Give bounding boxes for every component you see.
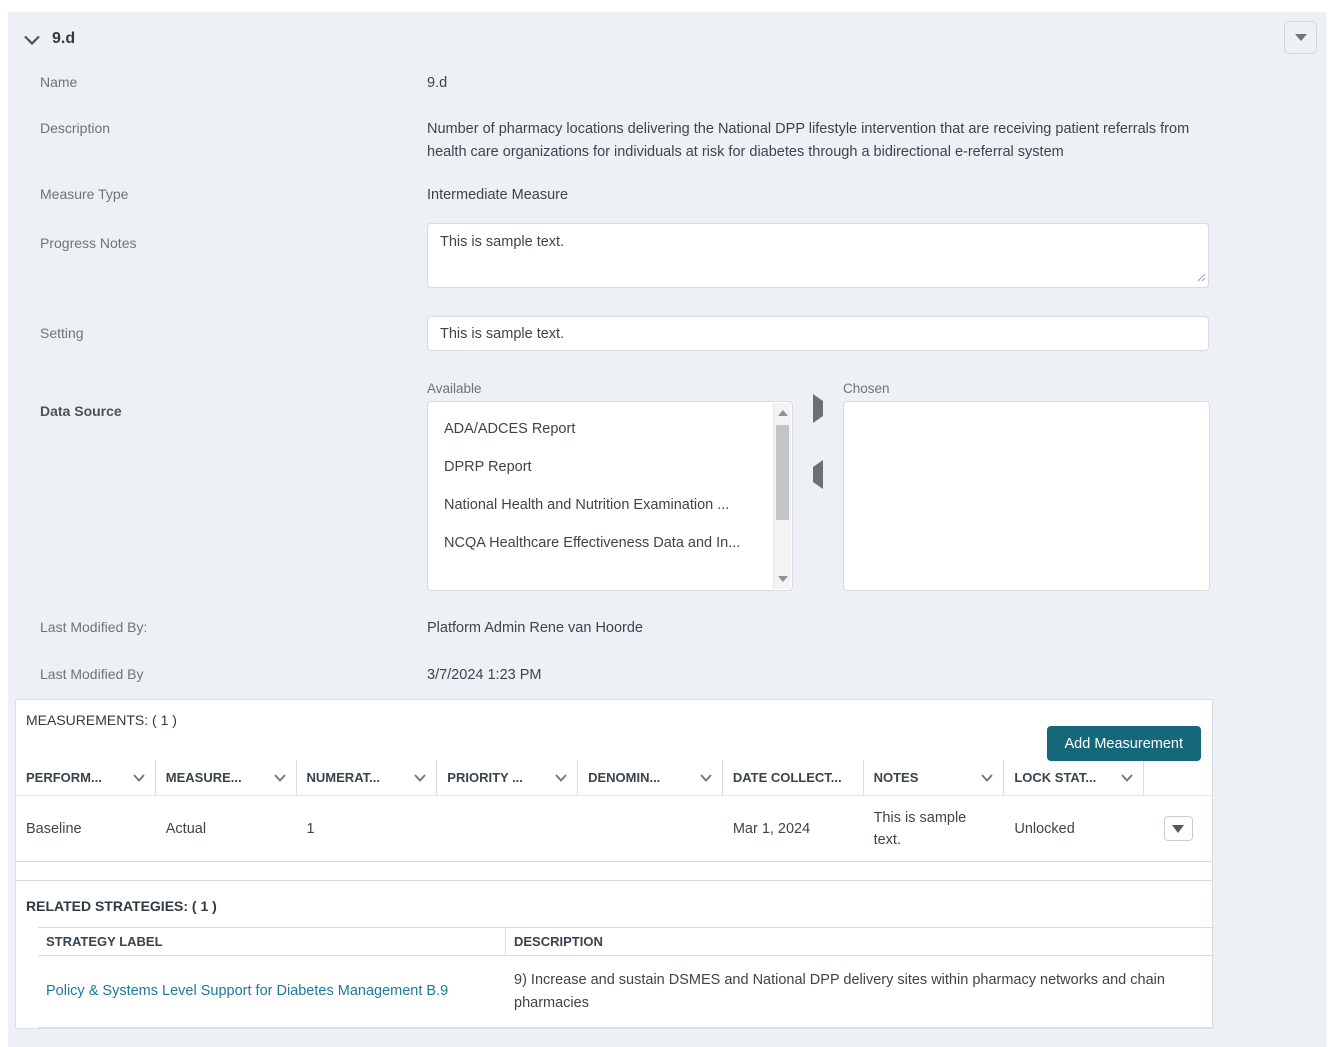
scroll-up-icon[interactable] — [774, 405, 792, 421]
chevron-down-icon[interactable] — [133, 773, 145, 782]
related-strategies-title: RELATED STRATEGIES: ( 1 ) — [26, 898, 217, 914]
cell-notes: This is sample text. — [873, 809, 967, 848]
cell-priority — [437, 823, 578, 835]
table-row[interactable]: Policy & Systems Level Support for Diabe… — [38, 956, 1214, 1028]
chevron-down-icon[interactable] — [273, 773, 286, 782]
name-value: 9.d — [427, 75, 448, 91]
progress-notes-textarea[interactable]: This is sample text. — [427, 223, 1209, 288]
chevron-down-icon[interactable] — [981, 773, 994, 782]
column-header-strategy-label: STRATEGY LABEL — [38, 928, 506, 955]
add-measurement-button[interactable]: Add Measurement — [1046, 726, 1201, 761]
setting-input[interactable] — [427, 316, 1209, 351]
column-header-numerator[interactable]: NUMERAT... — [297, 760, 438, 795]
chosen-label: Chosen — [843, 381, 890, 396]
records-panel: MEASUREMENTS: ( 1 ) Add Measurement PERF… — [15, 699, 1214, 1029]
cell-measure: Actual — [165, 820, 207, 837]
cell-lock-status: Unlocked — [1014, 820, 1075, 837]
column-header-actions — [1144, 760, 1212, 795]
section-menu-button[interactable] — [1284, 21, 1317, 54]
column-header-lock-status[interactable]: LOCK STAT... — [1004, 760, 1145, 795]
measurements-table: PERFORM... MEASURE... NUMERAT... PRIORIT… — [16, 760, 1212, 862]
last-modified-date-value: 3/7/2024 1:23 PM — [427, 667, 542, 683]
data-source-label: Data Source — [40, 403, 122, 419]
move-right-button[interactable] — [809, 394, 827, 423]
chevron-down-icon — [1172, 824, 1185, 833]
related-strategies-header: STRATEGY LABEL DESCRIPTION — [38, 927, 1214, 956]
column-header-denominator[interactable]: DENOMIN... — [578, 760, 723, 795]
column-header-measure[interactable]: MEASURE... — [156, 760, 297, 795]
field-last-modified-date: Last Modified By 3/7/2024 1:23 PM — [40, 664, 1327, 687]
scrollbar-thumb[interactable] — [776, 425, 789, 520]
list-item[interactable]: National Health and Nutrition Examinatio… — [428, 486, 792, 524]
strategy-description: 9) Increase and sustain DSMES and Nation… — [514, 971, 1165, 1011]
page-title: 9.d — [52, 30, 76, 47]
table-row[interactable]: Baseline Actual 1 Mar 1, 2024 This is sa… — [16, 796, 1212, 862]
strategy-link[interactable]: Policy & Systems Level Support for Diabe… — [46, 983, 448, 999]
chevron-down-icon[interactable] — [1121, 773, 1133, 782]
description-value: Number of pharmacy locations delivering … — [427, 121, 1190, 160]
last-modified-by-user-label: Last Modified By: — [40, 619, 148, 635]
field-name: Name 9.d — [40, 72, 1327, 95]
measure-type-label: Measure Type — [40, 186, 129, 202]
cell-performance: Baseline — [26, 820, 82, 837]
list-item[interactable]: DPRP Report — [428, 448, 792, 486]
chevron-down-icon[interactable] — [414, 773, 426, 782]
setting-label: Setting — [40, 325, 84, 341]
column-header-date-collected[interactable]: DATE COLLECT... — [723, 760, 864, 795]
related-strategies-table: STRATEGY LABEL DESCRIPTION Policy & Syst… — [38, 927, 1214, 1028]
available-label: Available — [427, 381, 482, 396]
field-description: Description Number of pharmacy locations… — [40, 118, 1327, 164]
list-item[interactable]: ADA/ADCES Report — [428, 410, 792, 448]
arrow-right-icon — [813, 394, 823, 423]
chevron-down-icon[interactable] — [555, 773, 567, 782]
data-source-dual-listbox: Available ADA/ADCES Report DPRP Report N… — [427, 381, 1210, 591]
scroll-down-icon[interactable] — [774, 571, 792, 587]
field-last-modified-by-user: Last Modified By: Platform Admin Rene va… — [40, 617, 1327, 640]
field-measure-type: Measure Type Intermediate Measure — [40, 184, 1327, 207]
field-progress-notes: Progress Notes This is sample text. — [40, 223, 1327, 293]
measure-type-value: Intermediate Measure — [427, 187, 569, 203]
available-listbox[interactable]: ADA/ADCES Report DPRP Report National He… — [427, 401, 793, 591]
column-header-description: DESCRIPTION — [514, 934, 603, 949]
section-header: 9.d — [8, 12, 1327, 56]
progress-notes-label: Progress Notes — [40, 235, 137, 251]
list-item[interactable]: NCQA Healthcare Effectiveness Data and I… — [428, 524, 792, 562]
field-data-source: Data Source Available ADA/ADCES Report D… — [40, 381, 1327, 591]
collapse-chevron-icon[interactable] — [24, 35, 40, 45]
measure-detail-panel: 9.d Name 9.d Description Number of pharm… — [8, 12, 1327, 1047]
column-header-priority[interactable]: PRIORITY ... — [437, 760, 579, 795]
description-label: Description — [40, 120, 111, 136]
row-actions-button[interactable] — [1163, 816, 1193, 841]
chevron-down-icon[interactable] — [700, 773, 712, 782]
last-modified-date-label: Last Modified By — [40, 666, 144, 682]
cell-date-collected: Mar 1, 2024 — [732, 820, 811, 837]
field-setting: Setting — [40, 316, 1327, 351]
listbox-scrollbar[interactable] — [773, 403, 791, 589]
name-label: Name — [40, 74, 78, 90]
move-left-button[interactable] — [809, 460, 827, 489]
chevron-down-icon — [1294, 34, 1307, 41]
arrow-left-icon — [813, 460, 823, 489]
cell-denominator — [578, 823, 723, 835]
measure-form: Name 9.d Description Number of pharmacy … — [8, 72, 1327, 687]
last-modified-by-user-value: Platform Admin Rene van Hoorde — [427, 620, 643, 636]
cell-numerator: 1 — [306, 820, 315, 837]
column-header-notes[interactable]: NOTES — [864, 760, 1005, 795]
measurements-table-header: PERFORM... MEASURE... NUMERAT... PRIORIT… — [16, 760, 1212, 796]
measurements-title: MEASUREMENTS: ( 1 ) — [26, 712, 177, 728]
column-header-performance[interactable]: PERFORM... — [16, 760, 156, 795]
chosen-listbox[interactable] — [843, 401, 1210, 591]
